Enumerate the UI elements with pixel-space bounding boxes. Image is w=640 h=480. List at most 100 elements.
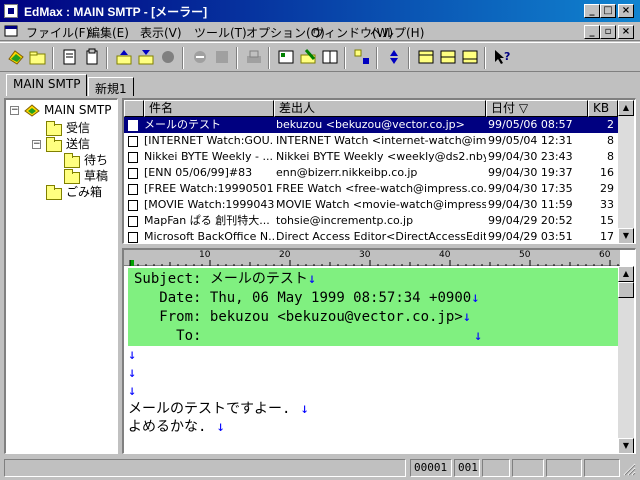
cell-subject: [INTERNET Watch:GOU... (144, 134, 274, 147)
table-row[interactable]: Microsoft BackOffice N... Direct Access E… (124, 229, 618, 243)
cell-from: Direct Access Editor<DirectAccessEdit... (276, 230, 486, 243)
title-bar[interactable]: EdMax : MAIN SMTP - [メーラー] _ □ × (0, 0, 640, 22)
tree-pending[interactable]: 待ち (84, 152, 108, 168)
cancel-icon[interactable] (158, 47, 178, 67)
layout-1-icon[interactable] (416, 47, 436, 67)
col-icon-header[interactable] (124, 100, 144, 117)
tree-trash[interactable]: ごみ箱 (66, 184, 102, 200)
col-from[interactable]: 差出人 (274, 100, 486, 117)
book-icon[interactable] (320, 47, 340, 67)
document-icon[interactable] (4, 24, 18, 38)
preview-scrollbar[interactable]: ▲ ▼ (618, 266, 634, 453)
menu-file[interactable]: ファイル(F) (26, 24, 90, 40)
stop-icon[interactable] (190, 47, 210, 67)
maximize-button[interactable]: □ (600, 4, 616, 18)
tab-main-smtp[interactable]: MAIN SMTP (6, 74, 88, 96)
status-slot-1 (482, 459, 510, 477)
scroll-down-button[interactable]: ▼ (618, 228, 634, 243)
menu-edit[interactable]: 編集(E) (88, 24, 129, 40)
newline-mark: ↓ (474, 328, 483, 344)
cell-date: 99/05/04 12:31 (488, 134, 573, 147)
app-icon[interactable] (4, 4, 18, 18)
address-icon[interactable] (212, 47, 232, 67)
col-kb[interactable]: KB (588, 100, 618, 117)
newline-mark: ↓ (216, 419, 225, 435)
cell-date: 99/04/30 17:35 (488, 182, 573, 195)
scroll-up-button[interactable]: ▲ (618, 100, 634, 116)
status-slot-3 (546, 459, 582, 477)
status-message (4, 459, 406, 477)
table-row[interactable]: メールのテスト bekuzou <bekuzou@vector.co.jp> 99/… (124, 117, 618, 133)
trash-folder-icon (46, 185, 62, 200)
table-row[interactable]: [INTERNET Watch:GOU... INTERNET Watch <in… (124, 133, 618, 149)
cell-date: 99/04/29 03:51 (488, 230, 573, 243)
cell-date: 99/04/30 11:59 (488, 198, 573, 211)
preview-scroll-thumb[interactable] (618, 282, 634, 298)
new-message-icon[interactable] (60, 47, 80, 67)
mdi-close-button[interactable]: × (618, 25, 634, 39)
message-preview[interactable]: 10 20 30 40 50 60 Subject: メールのテスト↓ Date… (122, 248, 636, 454)
status-slot-2 (512, 459, 544, 477)
menu-help[interactable]: ヘルプ(H) (370, 24, 424, 40)
table-row[interactable]: [ENN 05/06/99]#83 enn@bizerr.nikkeibp.co.… (124, 165, 618, 181)
tree-sent[interactable]: 送信 (66, 136, 90, 152)
cell-from: Nikkei BYTE Weekly <weekly@ds2.nby... (276, 150, 486, 163)
message-icon (128, 152, 138, 163)
help-icon[interactable]: ? (492, 47, 512, 67)
table-row[interactable]: [MOVIE Watch:19990430] MOVIE Watch <movie… (124, 197, 618, 213)
table-row[interactable]: [FREE Watch:19990501] FREE Watch <free-wa… (124, 181, 618, 197)
collapse-toggle[interactable]: − (10, 106, 19, 115)
body-line: よめるかな. ↓ (128, 419, 225, 435)
table-row[interactable]: MapFan ぱる 創刊特大... tohsie@incrementp.co.jp… (124, 213, 618, 229)
check-mail-icon[interactable] (6, 47, 26, 67)
tree-inbox[interactable]: 受信 (66, 120, 90, 136)
ruler-mark-60: 60 (599, 250, 611, 260)
cell-subject: Nikkei BYTE Weekly - ... (144, 150, 273, 163)
send-icon[interactable] (136, 47, 156, 67)
edit-icon[interactable] (298, 47, 318, 67)
layout-3-icon[interactable] (460, 47, 480, 67)
ruler-mark-10: 10 (199, 250, 211, 260)
cell-from: bekuzou <bekuzou@vector.co.jp> (276, 118, 465, 131)
menu-view[interactable]: 表示(V) (140, 24, 182, 40)
layout-2-icon[interactable] (438, 47, 458, 67)
open-folder-icon[interactable] (28, 47, 48, 67)
newline-mark: ↓ (300, 401, 309, 417)
mdi-minimize-button[interactable]: _ (584, 25, 600, 39)
tree-root[interactable]: MAIN SMTP (44, 102, 111, 118)
minimize-button[interactable]: _ (584, 4, 600, 18)
header-from: From: bekuzou <bekuzou@vector.co.jp>↓ (159, 309, 472, 325)
cell-subject: [ENN 05/06/99]#83 (144, 166, 253, 179)
close-button[interactable]: × (618, 4, 634, 18)
sent-folder-icon (46, 137, 62, 152)
resize-grip-icon[interactable] (622, 462, 636, 476)
table-row[interactable]: Nikkei BYTE Weekly - ... Nikkei BYTE Week… (124, 149, 618, 165)
properties-icon[interactable] (276, 47, 296, 67)
account-tabs: MAIN SMTP 新規1 (0, 74, 640, 96)
reply-icon[interactable] (82, 47, 102, 67)
cell-subject: [FREE Watch:19990501] (144, 182, 274, 195)
header-to: To: ↓ (176, 328, 483, 344)
col-subject[interactable]: 件名 (144, 100, 274, 117)
receive-icon[interactable] (114, 47, 134, 67)
sent-collapse-toggle[interactable]: − (32, 140, 41, 149)
newline-mark: ↓ (128, 383, 137, 399)
preview-scroll-down-button[interactable]: ▼ (618, 438, 634, 453)
tree-drafts[interactable]: 草稿 (84, 168, 108, 184)
toolbar: ? (0, 42, 640, 72)
col-date[interactable]: 日付 ▽ (486, 100, 588, 117)
up-down-icon[interactable] (384, 47, 404, 67)
message-icon (128, 168, 138, 179)
mailbox-icon (24, 103, 40, 117)
cell-from: enn@bizerr.nikkeibp.co.jp (276, 166, 418, 179)
menu-tools[interactable]: ツール(T) (194, 24, 247, 40)
cell-kb: 15 (600, 214, 614, 227)
mdi-restore-button[interactable]: ▫ (600, 25, 616, 39)
tab-new1[interactable]: 新規1 (88, 77, 134, 96)
message-icon (128, 136, 138, 147)
list-scrollbar[interactable]: ▲ ▼ (618, 100, 634, 243)
preview-scroll-up-button[interactable]: ▲ (618, 266, 634, 282)
sort-icon[interactable] (352, 47, 372, 67)
print-icon[interactable] (244, 47, 264, 67)
ruler-mark-30: 30 (359, 250, 371, 260)
